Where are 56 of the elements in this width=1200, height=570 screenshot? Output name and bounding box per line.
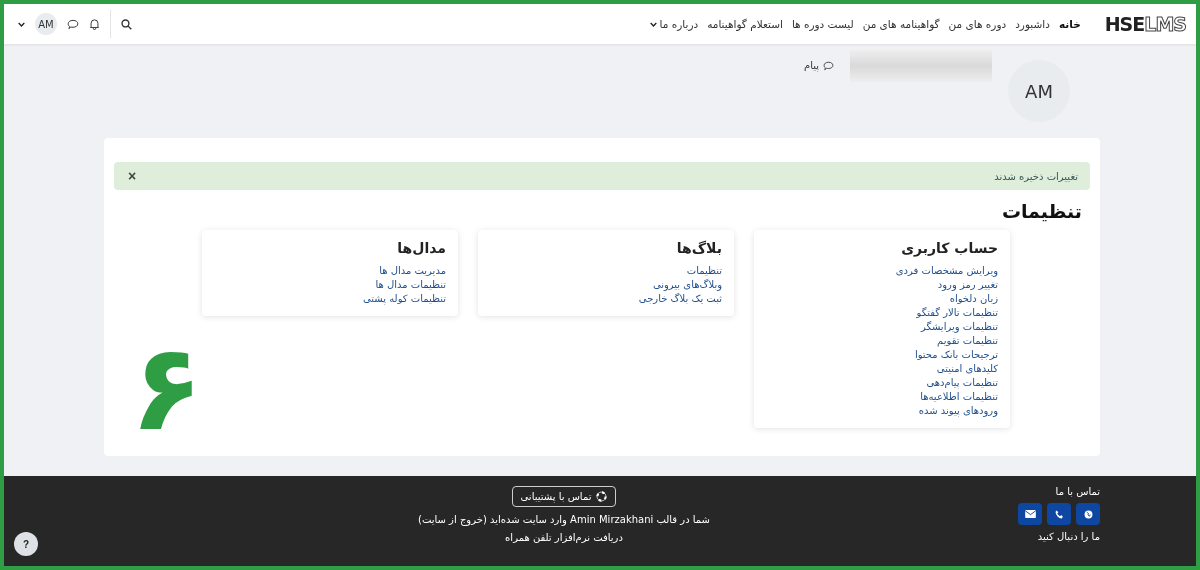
message-label: پیام (803, 60, 819, 71)
close-button[interactable]: × (126, 169, 139, 183)
settings-link[interactable]: مدیریت مدال ها (379, 264, 446, 278)
settings-link[interactable]: تنظیمات ویرایشگر (920, 320, 998, 334)
chat-bubble-icon[interactable] (67, 18, 79, 30)
settings-link[interactable]: وبلاگ‌های بیرونی (652, 278, 722, 292)
nav-link[interactable]: دوره های من (948, 18, 1007, 30)
site-logo[interactable]: HSELMS (1104, 13, 1186, 35)
nav-link[interactable]: لیست دوره ها (791, 18, 854, 30)
settings-link[interactable]: تنظیمات اطلاعیه‌ها (920, 390, 998, 404)
settings-link[interactable]: تنظیمات (686, 264, 722, 278)
caret-icon (649, 20, 657, 28)
message-link[interactable]: پیام (803, 60, 834, 71)
section-title: بلاگ‌ها (675, 240, 722, 256)
settings-link[interactable]: تنظیمات تقویم (937, 334, 998, 348)
nav-link[interactable]: استعلام گواهینامه (707, 18, 783, 30)
contact-button[interactable] (1047, 503, 1071, 525)
annotation-number: ۶ (130, 328, 204, 448)
settings-link[interactable]: تنظیمات تالار گفتگو (916, 306, 998, 320)
settings-link[interactable]: کلیدهای امنیتی (936, 362, 998, 376)
caret-icon[interactable] (18, 20, 25, 28)
user-name-link[interactable]: Amin Mirzakhani (570, 514, 654, 525)
envelope-icon (1024, 510, 1036, 518)
settings-link[interactable]: ورودهای پیوند شده (918, 404, 998, 418)
settings-link[interactable]: ترجیحات بانک محتوا (914, 348, 998, 362)
settings-link[interactable]: زبان دلخواه (949, 292, 998, 306)
settings-link[interactable]: تنظیمات پیام‌دهی (926, 376, 998, 390)
nav-link[interactable]: درباره ما (649, 18, 699, 30)
contact-title: تماس با ما (1055, 486, 1100, 497)
bell-icon[interactable] (89, 18, 100, 30)
settings-link[interactable]: ثبت یک بلاگ خارجی (638, 292, 722, 306)
section-title: مدال‌ها (396, 240, 446, 256)
phone-icon (1054, 509, 1064, 519)
settings-link[interactable]: تنظیمات مدال ها (375, 278, 446, 292)
search-icon[interactable] (121, 18, 132, 30)
lifebuoy-icon (596, 491, 608, 502)
chat-bubble-icon (823, 60, 834, 71)
nav-link[interactable]: داشبورد (1015, 18, 1050, 30)
nav-link[interactable]: خانه (1058, 18, 1081, 30)
page-title: تنظیمات (1000, 200, 1082, 222)
alert-text: تغییرات ذخیره شدند (994, 170, 1078, 182)
user-avatar[interactable]: AM (35, 13, 57, 35)
section-title: حساب کاربری (900, 240, 998, 256)
mobile-app-link[interactable]: دریافت نرم‌افزار تلفن همراه (505, 532, 623, 543)
follow-title: ما را دنبال کنید (1037, 531, 1100, 542)
settings-link[interactable]: ویرایش مشخصات فردی (895, 264, 998, 278)
support-button[interactable]: تماس با پشتیبانی (511, 486, 617, 507)
settings-link[interactable]: تنظیمات کوله پشتی (363, 292, 446, 306)
settings-link[interactable]: تغییر رمز ورود (937, 278, 998, 292)
globe-icon (1083, 509, 1093, 519)
logout-link[interactable]: (خروج از سایت) (418, 514, 487, 525)
contact-button[interactable] (1018, 503, 1042, 525)
help-button[interactable]: ? (14, 532, 38, 556)
profile-avatar: AM (1008, 60, 1070, 122)
nav-link[interactable]: گواهینامه های من (862, 18, 940, 30)
contact-button[interactable] (1076, 503, 1100, 525)
